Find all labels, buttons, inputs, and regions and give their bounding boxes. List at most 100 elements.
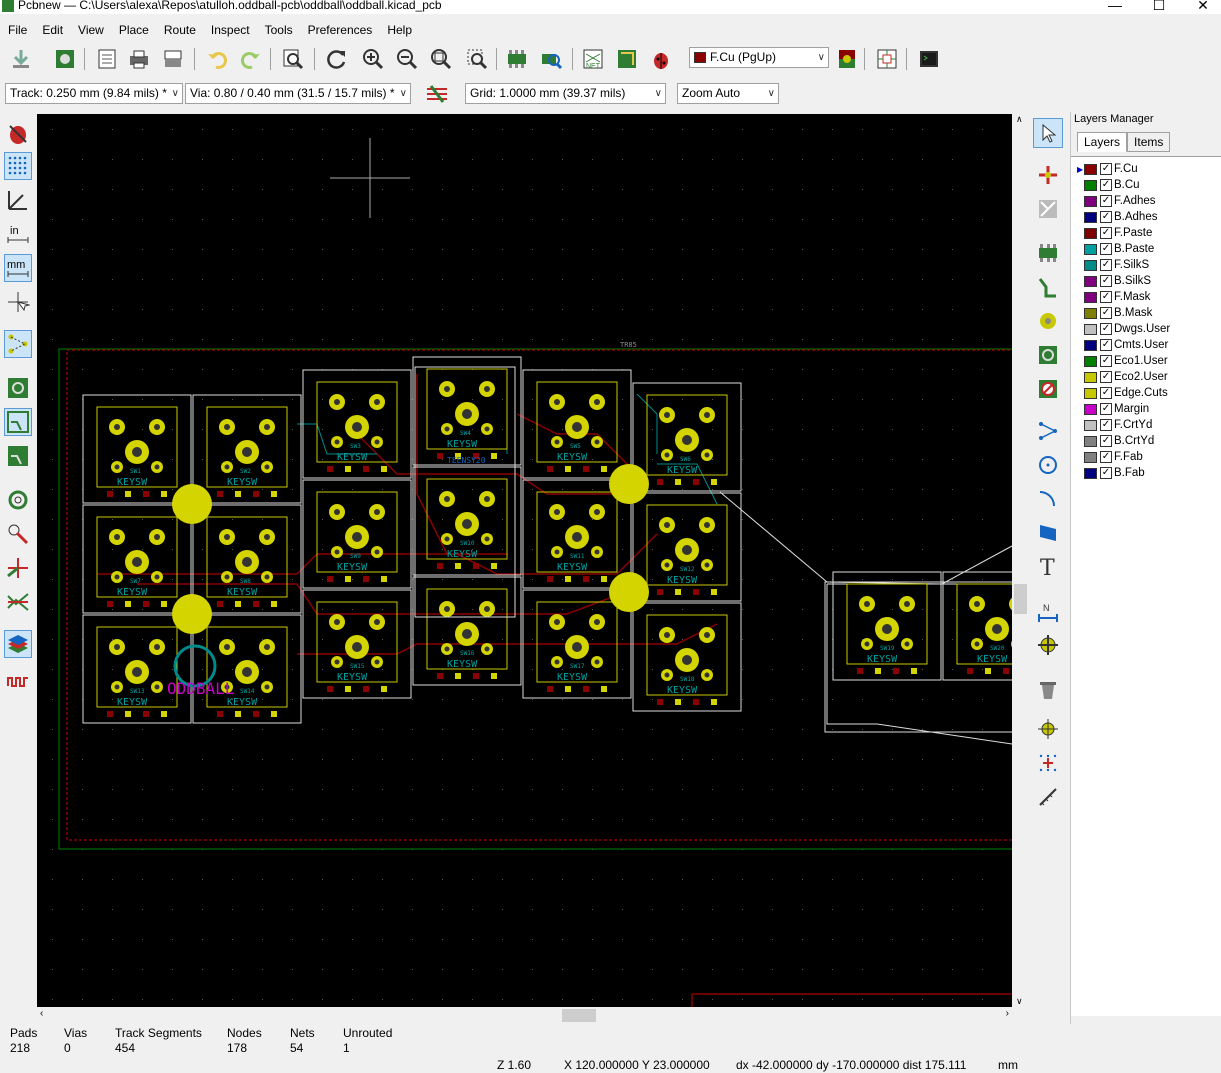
tab-layers[interactable]: Layers (1077, 132, 1128, 152)
vertical-scrollbar[interactable]: ∧ ∨ (1012, 114, 1029, 1007)
horizontal-scrollbar[interactable]: ‹ › (37, 1007, 1012, 1024)
auto-track-width-icon[interactable] (424, 81, 450, 107)
track-sketch-icon[interactable] (4, 554, 32, 582)
pad-sketch-icon[interactable] (4, 486, 32, 514)
layer-visibility-checkbox[interactable]: ✓ (1100, 163, 1112, 175)
layer-color-swatch[interactable] (1084, 451, 1097, 463)
layer-color-swatch[interactable] (1084, 227, 1097, 239)
add-via-icon[interactable] (1033, 306, 1063, 336)
zoom-select[interactable]: Zoom Auto ∨ (677, 83, 779, 104)
add-footprint-icon[interactable] (1033, 238, 1063, 268)
layer-color-swatch[interactable] (1084, 307, 1097, 319)
high-contrast-icon[interactable] (4, 588, 32, 616)
layer-color-swatch[interactable] (1084, 371, 1097, 383)
redo-icon[interactable] (238, 46, 264, 72)
layer-row-cmts-user[interactable]: ✓ Cmts.User (1077, 337, 1168, 353)
layer-color-swatch[interactable] (1084, 467, 1097, 479)
menu-tools[interactable]: Tools (265, 23, 293, 37)
menu-view[interactable]: View (78, 23, 104, 37)
zone-outline-icon[interactable] (4, 408, 32, 436)
layer-row-b-mask[interactable]: ✓ B.Mask (1077, 305, 1152, 321)
layer-color-swatch[interactable] (1084, 435, 1097, 447)
scripting-console-icon[interactable] (916, 46, 942, 72)
layer-color-swatch[interactable] (1084, 163, 1097, 175)
horizontal-scroll-thumb[interactable] (562, 1009, 596, 1022)
zoom-out-icon[interactable] (394, 46, 420, 72)
layer-visibility-checkbox[interactable]: ✓ (1100, 419, 1112, 431)
layer-color-swatch[interactable] (1084, 291, 1097, 303)
add-text-icon[interactable]: T (1033, 552, 1063, 582)
redraw-icon[interactable] (324, 46, 350, 72)
drc-marker-icon[interactable] (4, 120, 32, 148)
menu-help[interactable]: Help (387, 23, 412, 37)
menu-file[interactable]: File (8, 23, 27, 37)
minimize-icon[interactable]: — (1092, 0, 1138, 13)
layer-row-f-cu[interactable]: ▶ ✓ F.Cu (1077, 161, 1138, 177)
layer-row-f-crtyd[interactable]: ✓ F.CrtYd (1077, 417, 1152, 433)
layer-row-f-paste[interactable]: ✓ F.Paste (1077, 225, 1152, 241)
menu-edit[interactable]: Edit (42, 23, 63, 37)
via-sketch-icon[interactable] (4, 520, 32, 548)
menu-inspect[interactable]: Inspect (211, 23, 250, 37)
layer-visibility-checkbox[interactable]: ✓ (1100, 179, 1112, 191)
layer-visibility-checkbox[interactable]: ✓ (1100, 307, 1112, 319)
menu-route[interactable]: Route (164, 23, 196, 37)
vertical-scroll-thumb[interactable] (1014, 584, 1027, 614)
layer-visibility-checkbox[interactable]: ✓ (1100, 435, 1112, 447)
layer-color-swatch[interactable] (1084, 339, 1097, 351)
route-track-icon[interactable] (1033, 272, 1063, 302)
layer-color-swatch[interactable] (1084, 179, 1097, 191)
delete-tool-icon[interactable] (1033, 674, 1063, 704)
zoom-fit-icon[interactable] (428, 46, 454, 72)
layer-row-b-cu[interactable]: ✓ B.Cu (1077, 177, 1140, 193)
layer-row-f-adhes[interactable]: ✓ F.Adhes (1077, 193, 1156, 209)
footprint-browser-icon[interactable] (538, 46, 564, 72)
scroll-up-icon[interactable]: ∧ (1016, 114, 1023, 125)
cursor-shape-icon[interactable] (4, 288, 32, 316)
find-icon[interactable] (280, 46, 306, 72)
netlist-icon[interactable]: NET (580, 46, 606, 72)
layer-color-swatch[interactable] (1084, 243, 1097, 255)
undo-icon[interactable] (204, 46, 230, 72)
layers-toggle-icon[interactable] (4, 630, 32, 658)
layer-row-b-paste[interactable]: ✓ B.Paste (1077, 241, 1154, 257)
scroll-left-icon[interactable]: ‹ (40, 1008, 43, 1019)
via-size-select[interactable]: Via: 0.80 / 0.40 mm (31.5 / 15.7 mils) *… (185, 83, 411, 104)
layer-row-b-adhes[interactable]: ✓ B.Adhes (1077, 209, 1157, 225)
footprint-editor-icon[interactable] (504, 46, 530, 72)
grid-select[interactable]: Grid: 1.0000 mm (39.37 mils) ∨ (465, 83, 666, 104)
zoom-in-icon[interactable] (360, 46, 386, 72)
add-dimension-icon[interactable]: N (1033, 596, 1063, 626)
scroll-right-icon[interactable]: › (1006, 1008, 1009, 1019)
drill-origin-icon[interactable] (1033, 714, 1063, 744)
layer-visibility-checkbox[interactable]: ✓ (1100, 467, 1112, 479)
layer-row-f-silks[interactable]: ✓ F.SilkS (1077, 257, 1149, 273)
track-width-select[interactable]: Track: 0.250 mm (9.84 mils) * ∨ (5, 83, 183, 104)
plot-icon[interactable] (160, 46, 186, 72)
layer-color-swatch[interactable] (1084, 259, 1097, 271)
layer-row-margin[interactable]: ✓ Margin (1077, 401, 1149, 417)
layer-visibility-checkbox[interactable]: ✓ (1100, 387, 1112, 399)
layer-visibility-checkbox[interactable]: ✓ (1100, 211, 1112, 223)
board-setup-icon[interactable] (52, 46, 78, 72)
zone-fill-icon[interactable] (4, 374, 32, 402)
menu-preferences[interactable]: Preferences (308, 23, 373, 37)
draw-arc-icon[interactable] (1033, 484, 1063, 514)
grid-origin-icon[interactable] (1033, 748, 1063, 778)
layer-row-dwgs-user[interactable]: ✓ Dwgs.User (1077, 321, 1170, 337)
layer-row-b-silks[interactable]: ✓ B.SilkS (1077, 273, 1151, 289)
print-icon[interactable] (126, 46, 152, 72)
layer-color-swatch[interactable] (1084, 195, 1097, 207)
mm-units-icon[interactable]: mm (4, 254, 32, 282)
scroll-down-icon[interactable]: ∨ (1016, 996, 1023, 1007)
select-tool-icon[interactable] (1033, 118, 1063, 148)
inches-units-icon[interactable]: in (4, 220, 32, 248)
local-ratsnest-icon[interactable] (1033, 194, 1063, 224)
layer-row-f-fab[interactable]: ✓ F.Fab (1077, 449, 1143, 465)
layer-alignment-target-icon[interactable] (1033, 630, 1063, 660)
layer-row-eco2-user[interactable]: ✓ Eco2.User (1077, 369, 1168, 385)
layer-visibility-checkbox[interactable]: ✓ (1100, 291, 1112, 303)
layer-visibility-checkbox[interactable]: ✓ (1100, 275, 1112, 287)
layer-visibility-checkbox[interactable]: ✓ (1100, 227, 1112, 239)
maximize-icon[interactable]: ☐ (1136, 0, 1182, 14)
